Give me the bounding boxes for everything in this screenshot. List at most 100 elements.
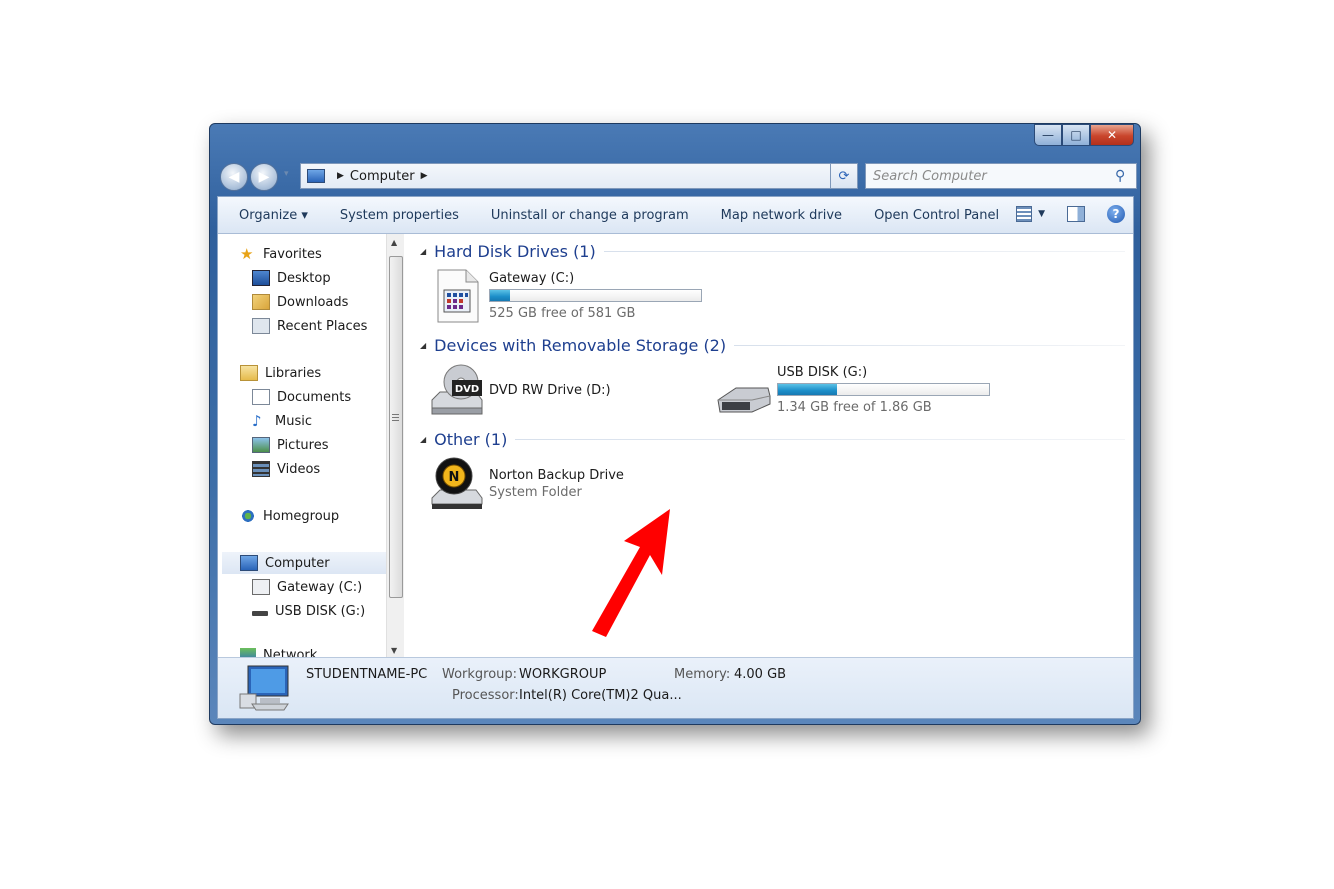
sidebar-homegroup[interactable]: Homegroup: [240, 505, 339, 527]
norton-backup-icon: N: [431, 457, 483, 509]
drives-view: ◢ Hard Disk Drives (1) Gateway (C:) 525 …: [408, 234, 1133, 659]
recent-pages-dropdown[interactable]: ▾: [284, 169, 289, 179]
sidebar-item-desktop[interactable]: Desktop: [252, 267, 331, 289]
breadcrumb-computer[interactable]: Computer: [350, 169, 415, 184]
scroll-down-icon[interactable]: ▼: [391, 646, 397, 655]
sidebar-item-label: Downloads: [277, 294, 349, 310]
sidebar-item-label: Gateway (C:): [277, 579, 363, 595]
help-icon[interactable]: ?: [1107, 205, 1125, 223]
open-control-panel-button[interactable]: Open Control Panel: [858, 208, 1015, 223]
details-pane: STUDENTNAME-PC Workgroup: WORKGROUP Memo…: [218, 657, 1133, 718]
hard-drive-icon: [437, 269, 479, 323]
item-type: System Folder: [489, 485, 582, 500]
sidebar-libraries[interactable]: Libraries: [240, 362, 321, 384]
drive-gateway-c[interactable]: Gateway (C:) 525 GB free of 581 GB: [489, 271, 702, 321]
arrow-shape: [592, 509, 670, 637]
sidebar-item-music[interactable]: ♪ Music: [252, 410, 312, 432]
usb-drive-icon: [717, 387, 771, 413]
drive-usage-bar: [489, 289, 702, 302]
group-title: Hard Disk Drives (1): [434, 241, 596, 261]
group-header-hard-disk-drives[interactable]: ◢ Hard Disk Drives (1): [420, 240, 1125, 262]
sidebar-item-recent-places[interactable]: Recent Places: [252, 315, 367, 337]
forward-button[interactable]: ▶: [250, 163, 278, 191]
caption-buttons: — □ ✕: [1034, 124, 1134, 146]
sidebar-item-label: Favorites: [263, 246, 322, 262]
sidebar-item-label: Videos: [277, 461, 321, 477]
collapse-triangle-icon[interactable]: ◢: [420, 341, 426, 350]
drive-name: Gateway (C:): [489, 271, 575, 286]
item-norton-backup-drive[interactable]: Norton Backup Drive System Folder: [489, 468, 624, 500]
group-divider: [734, 344, 1125, 346]
drive-usage-bar: [777, 383, 990, 396]
sidebar-item-label: Libraries: [265, 365, 322, 381]
drive-usb-disk-g[interactable]: USB DISK (G:) 1.34 GB free of 1.86 GB: [777, 365, 990, 415]
processor-value: Intel(R) Core(TM)2 Qua...: [519, 688, 682, 703]
svg-text:DVD: DVD: [455, 384, 479, 395]
computer-icon: [240, 555, 258, 571]
chevron-right-icon[interactable]: ▶: [337, 171, 344, 181]
processor-label: Processor:: [452, 688, 519, 703]
documents-icon: [252, 389, 270, 405]
svg-text:N: N: [449, 470, 460, 485]
red-arrow-annotation: [592, 509, 670, 637]
group-title: Other (1): [434, 429, 508, 449]
workgroup-label: Workgroup:: [442, 667, 518, 682]
search-box[interactable]: ⚲: [865, 163, 1137, 189]
computer-icon: [239, 665, 289, 711]
collapse-triangle-icon[interactable]: ◢: [420, 247, 426, 256]
view-options-dropdown[interactable]: ▼: [1038, 209, 1045, 219]
collapse-triangle-icon[interactable]: ◢: [420, 435, 426, 444]
drive-free-space: 1.34 GB free of 1.86 GB: [777, 400, 932, 415]
refresh-button[interactable]: ⟳: [830, 163, 858, 189]
hard-drive-icon: [252, 579, 270, 595]
sidebar-item-label: Homegroup: [263, 508, 340, 524]
dvd-drive-icon: DVD: [431, 364, 483, 415]
scroll-thumb[interactable]: [389, 256, 403, 598]
sidebar-item-label: USB DISK (G:): [275, 603, 366, 619]
navigation-bar: ◀ ▶ ▾ ▶ Computer ▶ ▼ ⟳ ⚲: [220, 161, 1137, 191]
map-network-drive-button[interactable]: Map network drive: [705, 208, 858, 223]
organize-button[interactable]: Organize ▾: [218, 208, 324, 223]
sidebar-item-gateway-c[interactable]: Gateway (C:): [252, 576, 362, 598]
sidebar-item-videos[interactable]: Videos: [252, 458, 320, 480]
sidebar-item-pictures[interactable]: Pictures: [252, 434, 328, 456]
preview-pane-icon[interactable]: [1067, 206, 1085, 222]
drive-free-space: 525 GB free of 581 GB: [489, 306, 636, 321]
desktop-icon: [252, 270, 270, 286]
search-input[interactable]: [866, 167, 1111, 185]
search-icon[interactable]: ⚲: [1115, 168, 1125, 184]
change-view-icon[interactable]: [1016, 206, 1033, 222]
close-button[interactable]: ✕: [1090, 124, 1134, 146]
address-bar[interactable]: ▶ Computer ▶ ▼: [300, 163, 848, 189]
uninstall-program-button[interactable]: Uninstall or change a program: [475, 208, 705, 223]
libraries-icon: [240, 365, 258, 381]
sidebar-item-usb-disk-g[interactable]: USB DISK (G:): [252, 600, 365, 622]
chevron-right-icon[interactable]: ▶: [421, 171, 428, 181]
sidebar-item-documents[interactable]: Documents: [252, 386, 351, 408]
navigation-scrollbar[interactable]: ▲ ▼: [386, 234, 404, 659]
group-divider: [515, 438, 1125, 440]
downloads-folder-icon: [252, 294, 270, 310]
drive-dvd-rw-d[interactable]: DVD RW Drive (D:): [489, 383, 611, 398]
back-button[interactable]: ◀: [220, 163, 248, 191]
sidebar-item-downloads[interactable]: Downloads: [252, 291, 348, 313]
group-header-removable-storage[interactable]: ◢ Devices with Removable Storage (2): [420, 334, 1125, 356]
memory-label: Memory:: [674, 667, 731, 682]
navigation-pane: ★ Favorites Desktop Downloads Recent Pla…: [218, 234, 386, 659]
system-properties-button[interactable]: System properties: [324, 208, 475, 223]
sidebar-computer[interactable]: Computer: [222, 552, 386, 574]
sidebar-item-label: Computer: [265, 555, 330, 571]
view-controls: ▼ ?: [1016, 205, 1125, 223]
computer-icon: [307, 169, 325, 183]
group-header-other[interactable]: ◢ Other (1): [420, 428, 1125, 450]
sidebar-item-label: Documents: [277, 389, 352, 405]
homegroup-icon: [240, 509, 256, 523]
sidebar-favorites[interactable]: ★ Favorites: [240, 243, 322, 265]
sidebar-item-label: Recent Places: [277, 318, 368, 334]
minimize-button[interactable]: —: [1034, 124, 1062, 146]
drive-usage-fill: [490, 290, 511, 301]
scroll-grip: [392, 414, 399, 423]
maximize-button[interactable]: □: [1062, 124, 1090, 146]
workgroup-value: WORKGROUP: [519, 667, 607, 682]
scroll-up-icon[interactable]: ▲: [391, 238, 397, 247]
